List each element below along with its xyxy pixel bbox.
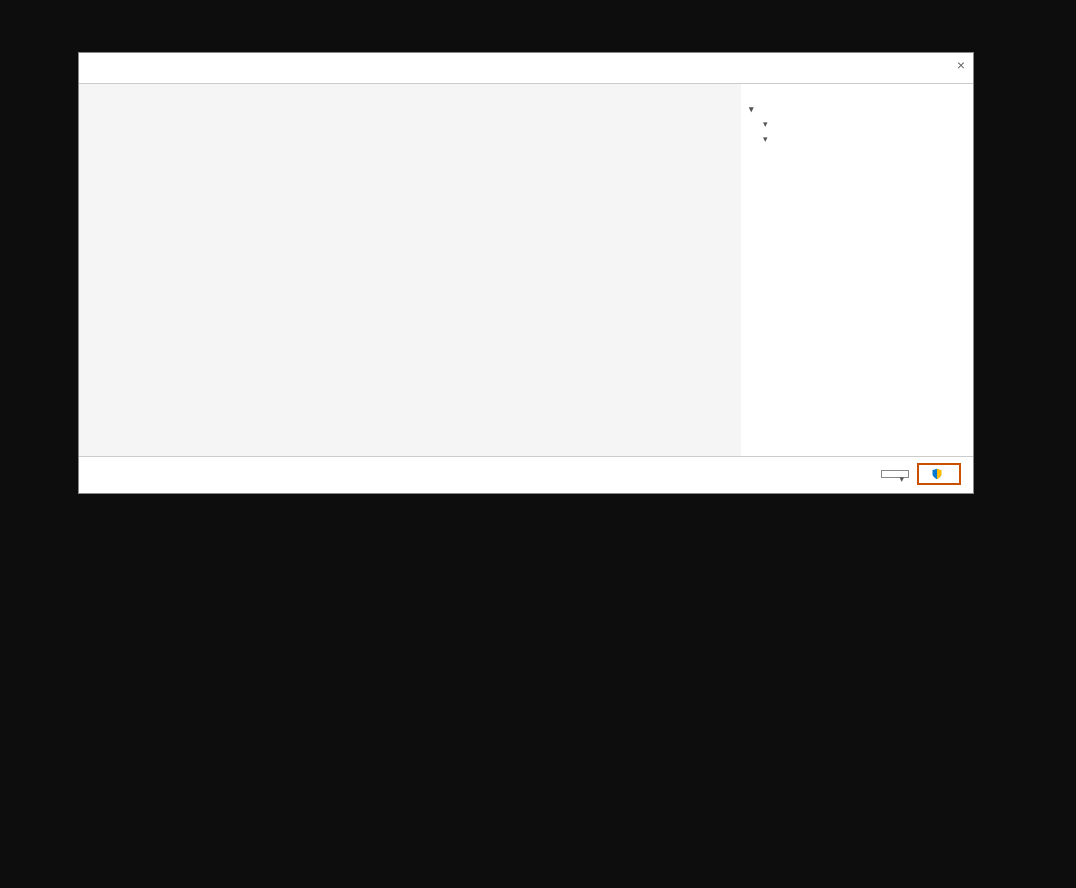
vs-installer: × ▾ ▾ ▾: [78, 52, 974, 494]
location-path: [91, 467, 961, 479]
tree-optional[interactable]: ▾: [763, 132, 965, 147]
tree-expanded[interactable]: ▾: [749, 102, 965, 117]
on-this-page-nav: [986, 0, 1076, 494]
tree-included[interactable]: ▾: [763, 117, 965, 132]
install-mode-dropdown[interactable]: [881, 470, 909, 478]
close-icon[interactable]: ×: [957, 57, 965, 73]
shield-icon: [931, 468, 943, 480]
installer-tabs: [79, 77, 973, 84]
install-button[interactable]: [917, 463, 961, 485]
